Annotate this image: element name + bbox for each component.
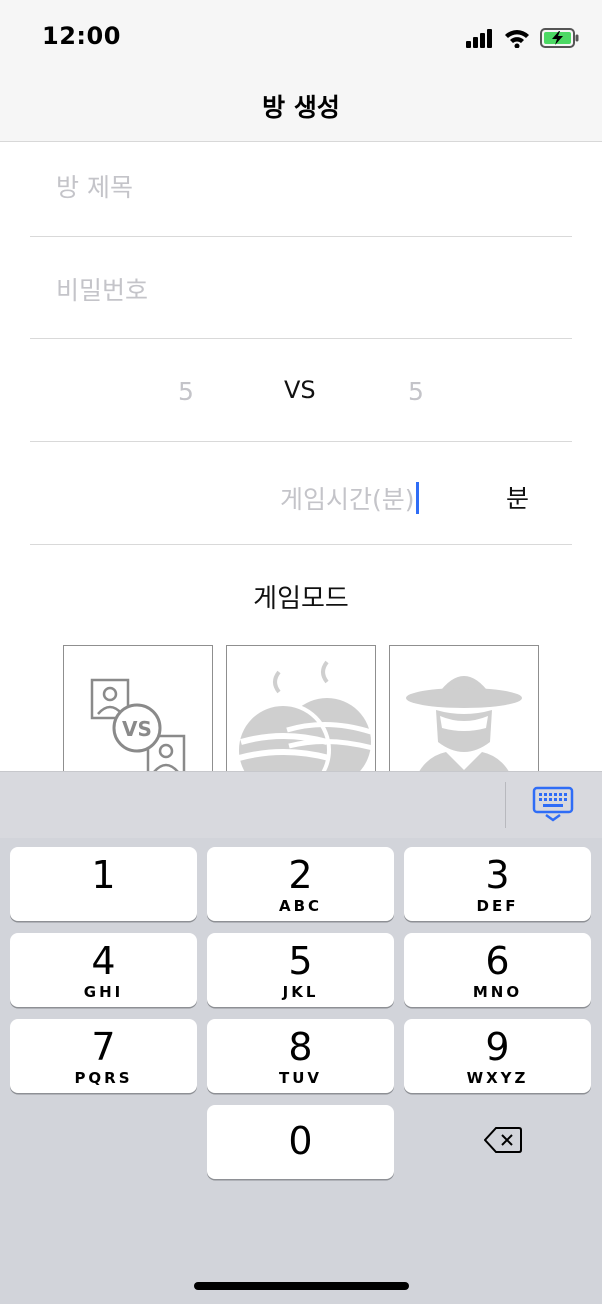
key-letters: DEF [476, 897, 519, 915]
status-bar: 12:00 [0, 0, 602, 74]
key-letters: PQRS [74, 1069, 133, 1087]
key-letters: ABC [278, 897, 323, 915]
wifi-icon [505, 30, 529, 48]
team-right-input[interactable]: 5 [408, 377, 424, 406]
key-2[interactable]: 2 ABC [207, 847, 394, 921]
cellular-signal-icon [466, 29, 492, 48]
vs-badge-text: VS [122, 717, 152, 741]
key-5[interactable]: 5 JKL [207, 933, 394, 1007]
key-letters: MNO [472, 983, 523, 1001]
key-letters: GHI [83, 983, 124, 1001]
status-icons [466, 26, 580, 50]
key-digit: 3 [485, 853, 510, 897]
team-size-row: 5 VS 5 [30, 339, 572, 442]
key-0[interactable]: 0 [207, 1105, 394, 1179]
key-letters: WXYZ [466, 1069, 529, 1087]
vs-label: VS [284, 376, 316, 404]
keyboard-accessory-bar [0, 771, 602, 838]
team-left-input[interactable]: 5 [178, 377, 194, 406]
minute-unit-label: 분 [506, 484, 530, 513]
key-digit: 4 [91, 939, 116, 983]
key-digit: 1 [91, 853, 116, 897]
key-letters: JKL [282, 983, 319, 1001]
key-digit: 6 [485, 939, 510, 983]
page-title: 방 생성 [262, 93, 340, 122]
key-9[interactable]: 9 WXYZ [404, 1019, 591, 1093]
password-field[interactable]: 비밀번호 [30, 237, 572, 339]
room-title-placeholder: 방 제목 [56, 173, 133, 202]
delete-key-icon[interactable] [484, 1126, 522, 1154]
accessory-divider [505, 782, 506, 828]
key-3[interactable]: 3 DEF [404, 847, 591, 921]
key-digit: 0 [288, 1119, 313, 1163]
key-8[interactable]: 8 TUV [207, 1019, 394, 1093]
key-digit: 5 [288, 939, 313, 983]
numeric-keyboard: 1 2 ABC 3 DEF 4 GHI 5 JKL 6 MNO 7 PQRS 8… [0, 771, 602, 1304]
key-7[interactable]: 7 PQRS [10, 1019, 197, 1093]
key-4[interactable]: 4 GHI [10, 933, 197, 1007]
keyboard-dismiss-icon[interactable] [532, 786, 574, 822]
key-digit: 8 [288, 1025, 313, 1069]
battery-charging-icon [540, 28, 579, 48]
key-6[interactable]: 6 MNO [404, 933, 591, 1007]
key-digit: 2 [288, 853, 313, 897]
home-indicator[interactable] [194, 1282, 409, 1290]
key-letters: TUV [278, 1069, 323, 1087]
game-mode-title: 게임모드 [253, 584, 349, 614]
game-time-placeholder: 게임시간(분) [280, 485, 415, 514]
status-time: 12:00 [42, 22, 121, 50]
game-time-row: 게임시간(분) 분 [30, 442, 572, 545]
password-placeholder: 비밀번호 [56, 276, 149, 305]
key-1[interactable]: 1 [10, 847, 197, 921]
game-time-input[interactable]: 게임시간(분) [280, 480, 419, 516]
room-title-field[interactable]: 방 제목 [30, 142, 572, 237]
text-cursor [415, 482, 419, 514]
key-digit: 7 [91, 1025, 116, 1069]
navigation-bar: 방 생성 [0, 74, 602, 142]
key-digit: 9 [485, 1025, 510, 1069]
